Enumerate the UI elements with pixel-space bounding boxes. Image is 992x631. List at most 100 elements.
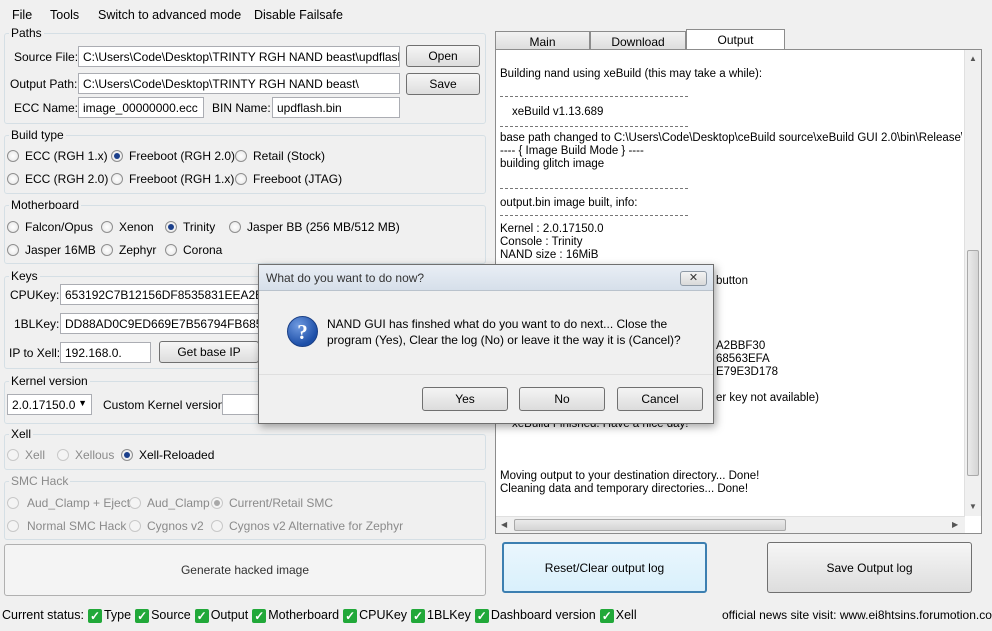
generate-hacked-image-button[interactable]: Generate hacked image	[4, 544, 486, 596]
news-site-link[interactable]: official news site visit: www.ei8htsins.…	[722, 608, 992, 622]
label-ecc-rgh1: ECC (RGH 1.x)	[25, 149, 108, 163]
scrollbar-thumb[interactable]	[967, 250, 979, 476]
radio-xellous[interactable]	[57, 449, 69, 461]
radio-xell[interactable]	[7, 449, 19, 461]
radio-zephyr[interactable]	[101, 244, 113, 256]
radio-corona[interactable]	[165, 244, 177, 256]
paths-legend: Paths	[11, 26, 42, 40]
radio-falcon-opus[interactable]	[7, 221, 19, 233]
status-type: Type	[103, 608, 132, 622]
radio-retail-stock[interactable]	[235, 150, 247, 162]
get-base-ip-button[interactable]: Get base IP	[159, 341, 259, 363]
cpukey-input[interactable]: 653192C7B12156DF8535831EEA2BBF30	[60, 284, 260, 305]
save-path-button[interactable]: Save	[406, 73, 480, 95]
no-button[interactable]: No	[519, 387, 605, 411]
menu-tools[interactable]: Tools	[50, 8, 79, 22]
label-jasper-16mb: Jasper 16MB	[25, 243, 96, 257]
radio-ecc-rgh2[interactable]	[7, 173, 19, 185]
tab-download[interactable]: Download	[590, 31, 686, 50]
dialog-message: NAND GUI has finshed what do you want to…	[327, 317, 681, 347]
horizontal-scrollbar[interactable]: ◀ ▶	[496, 516, 965, 533]
radio-normal-smc-hack[interactable]	[7, 520, 19, 532]
label-xell-reloaded: Xell-Reloaded	[139, 448, 215, 462]
log-separator	[500, 188, 688, 189]
label-normal-smc-hack: Normal SMC Hack	[27, 519, 127, 533]
radio-cygnos-v2-zephyr[interactable]	[211, 520, 223, 532]
check-icon: ✓	[343, 608, 358, 623]
custom-kernel-input[interactable]	[222, 394, 262, 415]
radio-xenon[interactable]	[101, 221, 113, 233]
check-icon: ✓	[252, 608, 267, 623]
scroll-up-icon[interactable]: ▲	[969, 54, 977, 63]
status-xell: Xell	[615, 608, 637, 622]
tab-main[interactable]: Main	[495, 31, 590, 50]
label-cygnos-v2: Cygnos v2	[147, 519, 204, 533]
radio-ecc-rgh1[interactable]	[7, 150, 19, 162]
status-1blkey: 1BLKey	[427, 608, 471, 622]
close-icon[interactable]: ✕	[680, 271, 707, 286]
label-jasper-bb: Jasper BB (256 MB/512 MB)	[247, 220, 400, 234]
save-output-log-button[interactable]: Save Output log	[767, 542, 972, 593]
check-icon: ✓	[135, 608, 150, 623]
label-xenon: Xenon	[119, 220, 154, 234]
scroll-right-icon[interactable]: ▶	[952, 520, 958, 529]
radio-freeboot-rgh2[interactable]	[111, 150, 123, 162]
label-aud-clamp-eject: Aud_Clamp + Eject	[27, 496, 131, 510]
menu-file[interactable]: File	[12, 8, 32, 22]
log-line: Kernel : 2.0.17150.0	[500, 223, 604, 235]
menu-advanced-mode[interactable]: Switch to advanced mode	[98, 8, 241, 22]
status-dashboard-version: Dashboard version	[490, 608, 596, 622]
ecc-name-input[interactable]: image_00000000.ecc	[78, 97, 204, 118]
check-icon: ✓	[411, 608, 426, 623]
radio-freeboot-jtag[interactable]	[235, 173, 247, 185]
scroll-left-icon[interactable]: ◀	[501, 520, 507, 529]
radio-aud-clamp-eject[interactable]	[7, 497, 19, 509]
label-retail-stock: Retail (Stock)	[253, 149, 326, 163]
label-corona: Corona	[183, 243, 223, 257]
1blkey-input[interactable]: DD88AD0C9ED669E7B56794FB68563EFA	[60, 313, 260, 334]
radio-xell-reloaded[interactable]	[121, 449, 133, 461]
yes-button[interactable]: Yes	[422, 387, 508, 411]
menu-bar: File Tools Switch to advanced mode Disab…	[0, 0, 992, 26]
radio-current-retail-smc[interactable]	[211, 497, 223, 509]
tab-output[interactable]: Output	[686, 29, 785, 50]
log-line: button	[716, 275, 748, 287]
dialog-title: What do you want to do now?	[266, 271, 425, 285]
log-line: Console : Trinity	[500, 236, 583, 248]
log-line: building glitch image	[500, 158, 605, 170]
status-bar: Current status: ✓ Type ✓ Source ✓ Output ✓ Mothe…	[0, 602, 992, 631]
kernel-version-select[interactable]: 2.0.17150.0 ▼	[7, 394, 92, 415]
xell-legend: Xell	[11, 427, 32, 441]
ecc-name-label: ECC Name:	[14, 101, 79, 115]
label-freeboot-rgh1: Freeboot (RGH 1.x)	[129, 172, 235, 186]
log-line: xeBuild v1.13.689	[512, 106, 604, 118]
dialog-titlebar: What do you want to do now? ✕	[259, 265, 713, 291]
radio-cygnos-v2[interactable]	[129, 520, 141, 532]
vertical-scrollbar[interactable]: ▲ ▼	[964, 50, 981, 516]
label-aud-clamp: Aud_Clamp	[147, 496, 210, 510]
confirm-dialog: What do you want to do now? ✕ ? NAND GUI…	[258, 264, 714, 424]
output-path-input[interactable]: C:\Users\Code\Desktop\TRINTY RGH NAND be…	[78, 73, 400, 94]
ip-to-xell-input[interactable]: 192.168.0.	[60, 342, 151, 363]
source-file-input[interactable]: C:\Users\Code\Desktop\TRINTY RGH NAND be…	[78, 46, 400, 67]
radio-jasper-16mb[interactable]	[7, 244, 19, 256]
kernel-legend: Kernel version	[11, 374, 88, 388]
label-freeboot-rgh2: Freeboot (RGH 2.0)	[129, 149, 236, 163]
radio-jasper-bb[interactable]	[229, 221, 241, 233]
radio-trinity[interactable]	[165, 221, 177, 233]
reset-clear-output-log-button[interactable]: Reset/Clear output log	[502, 542, 707, 593]
open-button[interactable]: Open	[406, 45, 480, 67]
label-cygnos-v2-zephyr: Cygnos v2 Alternative for Zephyr	[229, 519, 404, 533]
scrollbar-thumb[interactable]	[514, 519, 786, 531]
log-line: output.bin image built, info:	[500, 197, 638, 209]
radio-freeboot-rgh1[interactable]	[111, 173, 123, 185]
radio-aud-clamp[interactable]	[129, 497, 141, 509]
label-current-retail-smc: Current/Retail SMC	[229, 496, 334, 510]
menu-disable-failsafe[interactable]: Disable Failsafe	[254, 8, 343, 22]
scroll-down-icon[interactable]: ▼	[969, 502, 977, 511]
bin-name-input[interactable]: updflash.bin	[272, 97, 400, 118]
label-trinity: Trinity	[183, 220, 216, 234]
ip-to-xell-label: IP to Xell:	[9, 346, 61, 360]
label-xellous: Xellous	[75, 448, 115, 462]
cancel-button[interactable]: Cancel	[617, 387, 703, 411]
